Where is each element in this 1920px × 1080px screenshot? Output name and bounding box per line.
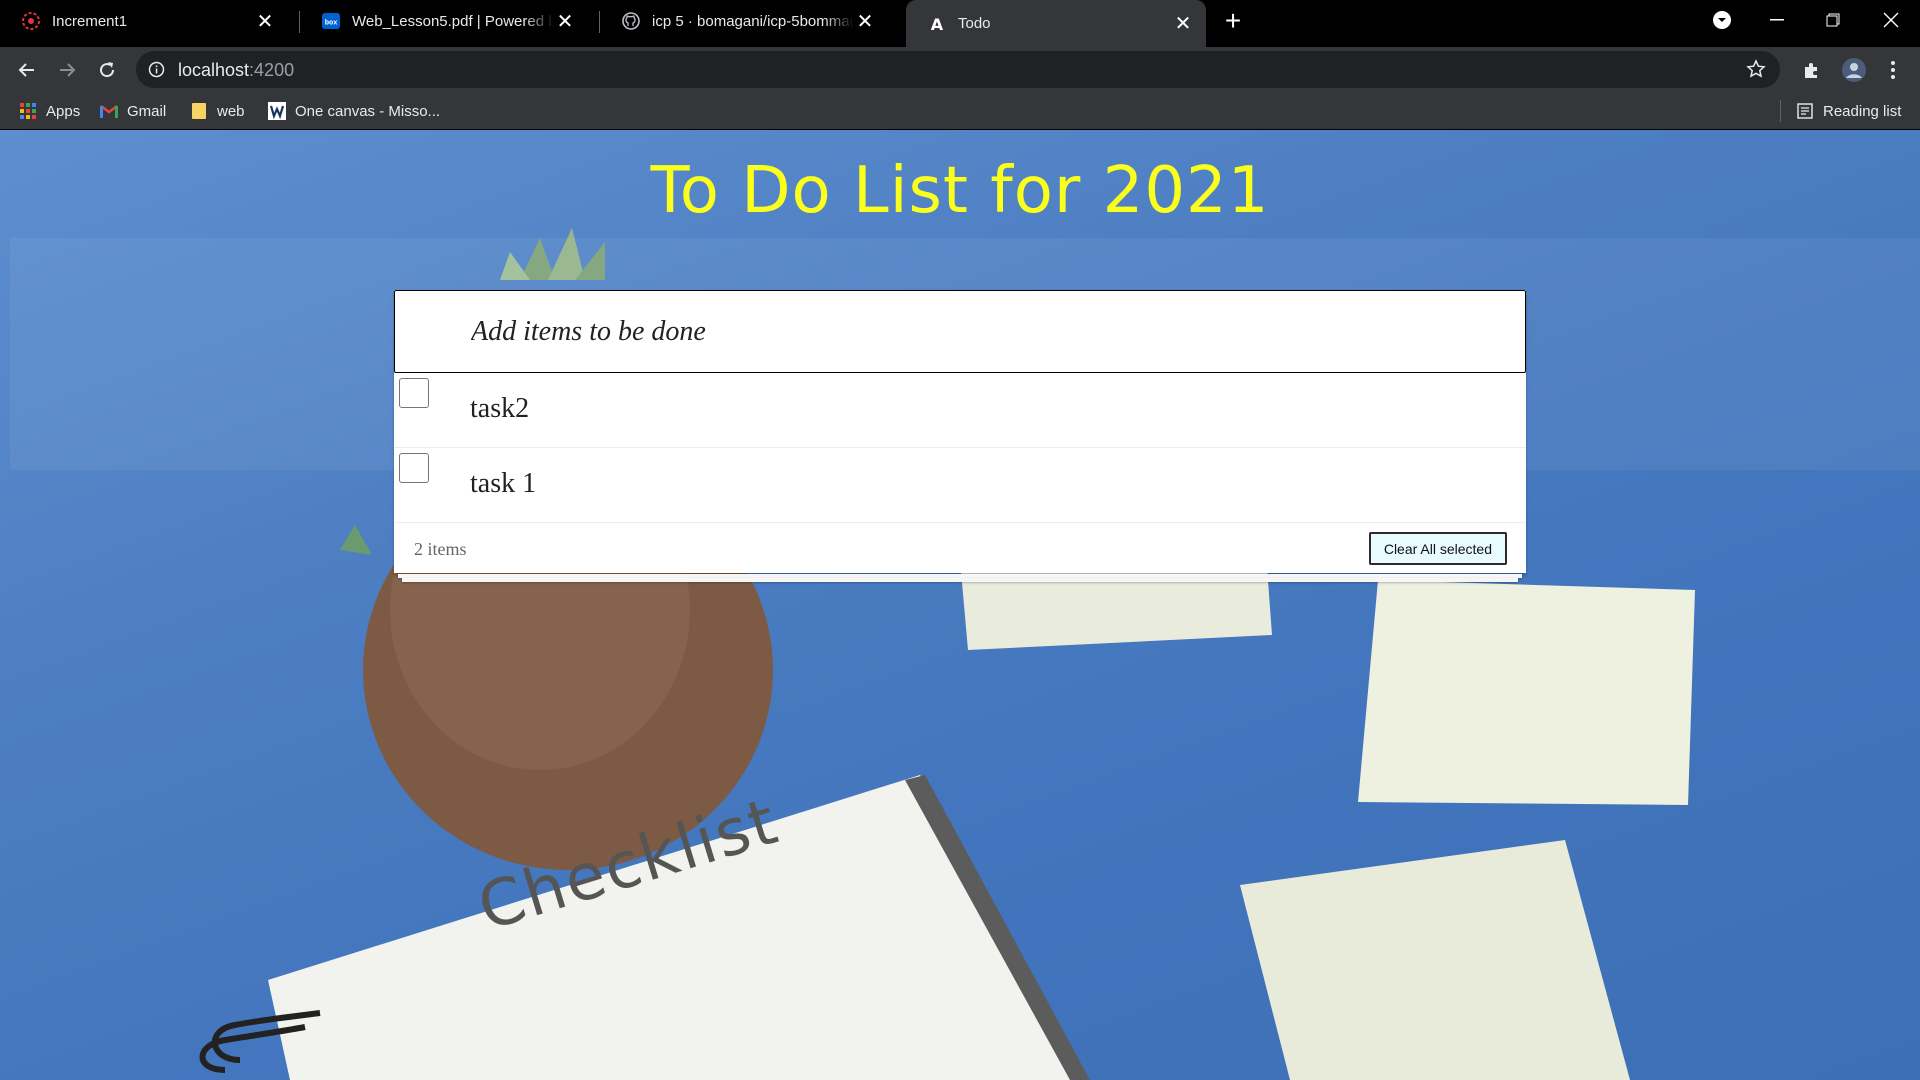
tab-strip: Increment1 ✕ box Web_Lesson5.pdf | Power… [0, 0, 1920, 47]
page-title: To Do List for 2021 [650, 154, 1270, 228]
reading-list-button[interactable]: Reading list [1796, 100, 1901, 122]
apps-grid-icon [19, 102, 37, 120]
quiz-icon [22, 12, 40, 30]
close-icon[interactable]: ✕ [1172, 13, 1194, 35]
close-icon[interactable]: ✕ [554, 10, 576, 33]
tab-increment1[interactable]: Increment1 ✕ [0, 0, 288, 42]
profile-avatar[interactable] [1838, 54, 1870, 86]
tab-title: Web_Lesson5.pdf | Powered by Box [352, 12, 554, 30]
back-button[interactable] [11, 54, 43, 86]
clear-all-selected-button[interactable]: Clear All selected [1368, 532, 1507, 565]
tab-title: icp 5 · bomagani/icp-5bommagani [652, 12, 854, 30]
address-bar[interactable]: localhost:4200 [136, 51, 1780, 88]
bookmark-label: Gmail [127, 102, 167, 120]
todo-item: task 1 [394, 448, 1526, 523]
todo-item-label[interactable]: task2 [470, 393, 529, 425]
todo-page: Checklist To Do List for 2021 task2 task… [0, 130, 1920, 1080]
bookmark-star-icon[interactable] [1746, 59, 1766, 84]
close-icon[interactable]: ✕ [254, 10, 276, 33]
github-icon [622, 12, 640, 30]
bookmark-label: web [217, 102, 245, 120]
todo-panel: task2 task 1 2 items Clear All selected [394, 290, 1526, 582]
extensions-icon[interactable] [1796, 54, 1828, 86]
gmail-icon [100, 102, 118, 120]
browser-toolbar: localhost:4200 [0, 47, 1920, 93]
url-port: :4200 [249, 60, 295, 80]
todo-checkbox[interactable] [399, 453, 429, 483]
reading-list-label: Reading list [1823, 102, 1902, 120]
panel-stack-shadow [402, 578, 1518, 582]
reload-button[interactable] [91, 54, 123, 86]
tab-title: Todo [958, 15, 991, 32]
minimize-button[interactable] [1748, 0, 1806, 40]
bookmark-label: One canvas - Misso... [295, 102, 441, 120]
close-window-button[interactable] [1862, 0, 1920, 40]
angular-icon: A [928, 15, 946, 33]
todo-item: task2 [394, 373, 1526, 448]
tab-title: Increment1 [52, 12, 128, 30]
tab-todo[interactable]: A Todo ✕ [906, 0, 1206, 47]
restore-button[interactable] [1804, 0, 1862, 40]
box-icon: box [322, 12, 340, 30]
reading-list-icon [1796, 102, 1814, 120]
new-tab-button[interactable]: + [1218, 5, 1248, 36]
bookmark-web[interactable]: web [190, 100, 245, 122]
svg-text:A: A [931, 15, 944, 33]
forward-button[interactable] [51, 54, 83, 86]
todo-item-label[interactable]: task 1 [470, 468, 536, 500]
tab-icp5-github[interactable]: icp 5 · bomagani/icp-5bommagani ✕ [600, 0, 888, 42]
close-icon[interactable]: ✕ [854, 10, 876, 33]
item-count: 2 items [414, 539, 467, 559]
bookmark-gmail[interactable]: Gmail [100, 100, 166, 122]
new-todo-input[interactable] [394, 290, 1526, 373]
folder-icon [190, 102, 208, 120]
site-info-icon[interactable] [148, 61, 165, 83]
todo-footer: 2 items Clear All selected [394, 523, 1526, 573]
tab-web-lesson5[interactable]: box Web_Lesson5.pdf | Powered by Box ✕ [300, 0, 588, 42]
bookmark-one-canvas[interactable]: One canvas - Misso... [268, 100, 440, 122]
todo-checkbox[interactable] [399, 378, 429, 408]
bookmarks-bar: Apps Gmail web One canvas - Misso... Rea… [0, 93, 1920, 130]
canvas-icon [268, 102, 286, 120]
bookmark-label: Apps [46, 102, 81, 120]
bookmark-apps[interactable]: Apps [19, 100, 80, 122]
svg-text:box: box [325, 20, 338, 27]
url-host: localhost [178, 60, 250, 80]
profile-dropdown-icon[interactable] [1693, 0, 1751, 40]
browser-menu-icon[interactable] [1877, 54, 1909, 86]
url-text[interactable]: localhost:4200 [178, 60, 294, 81]
bookmark-divider [1780, 100, 1781, 122]
